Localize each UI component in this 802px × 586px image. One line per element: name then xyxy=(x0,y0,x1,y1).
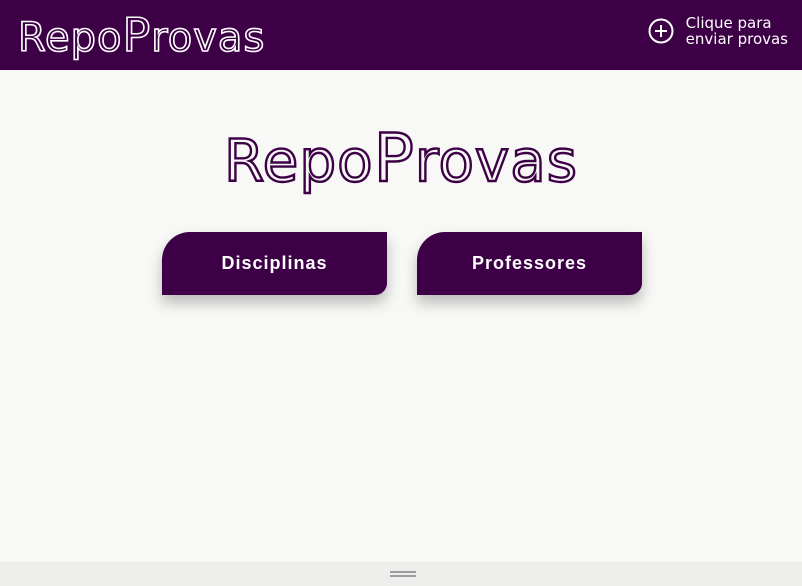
header-logo-suffix: rovas xyxy=(150,14,266,62)
send-exams-button[interactable]: Clique para enviar provas xyxy=(648,13,788,49)
main-logo-prefix: Repo xyxy=(223,126,374,196)
send-exams-line2: enviar provas xyxy=(685,30,788,48)
send-exams-line1: Clique para xyxy=(685,14,772,32)
main-logo: RepoProvas xyxy=(0,118,802,201)
bottom-bar xyxy=(0,562,802,586)
header-logo[interactable]: RepoProvas xyxy=(17,6,266,67)
professores-button[interactable]: Professores xyxy=(417,232,642,295)
send-exams-label: Clique para enviar provas xyxy=(686,15,788,47)
plus-circle-icon xyxy=(648,18,674,44)
header-logo-prefix: Repo xyxy=(17,14,123,62)
main-logo-initial: P xyxy=(372,118,415,198)
disciplinas-button[interactable]: Disciplinas xyxy=(162,232,387,295)
top-header: RepoProvas Clique para enviar provas xyxy=(0,0,802,70)
header-logo-initial: P xyxy=(122,7,152,63)
main-logo-suffix: rovas xyxy=(414,126,579,196)
drag-handle[interactable] xyxy=(390,571,416,577)
